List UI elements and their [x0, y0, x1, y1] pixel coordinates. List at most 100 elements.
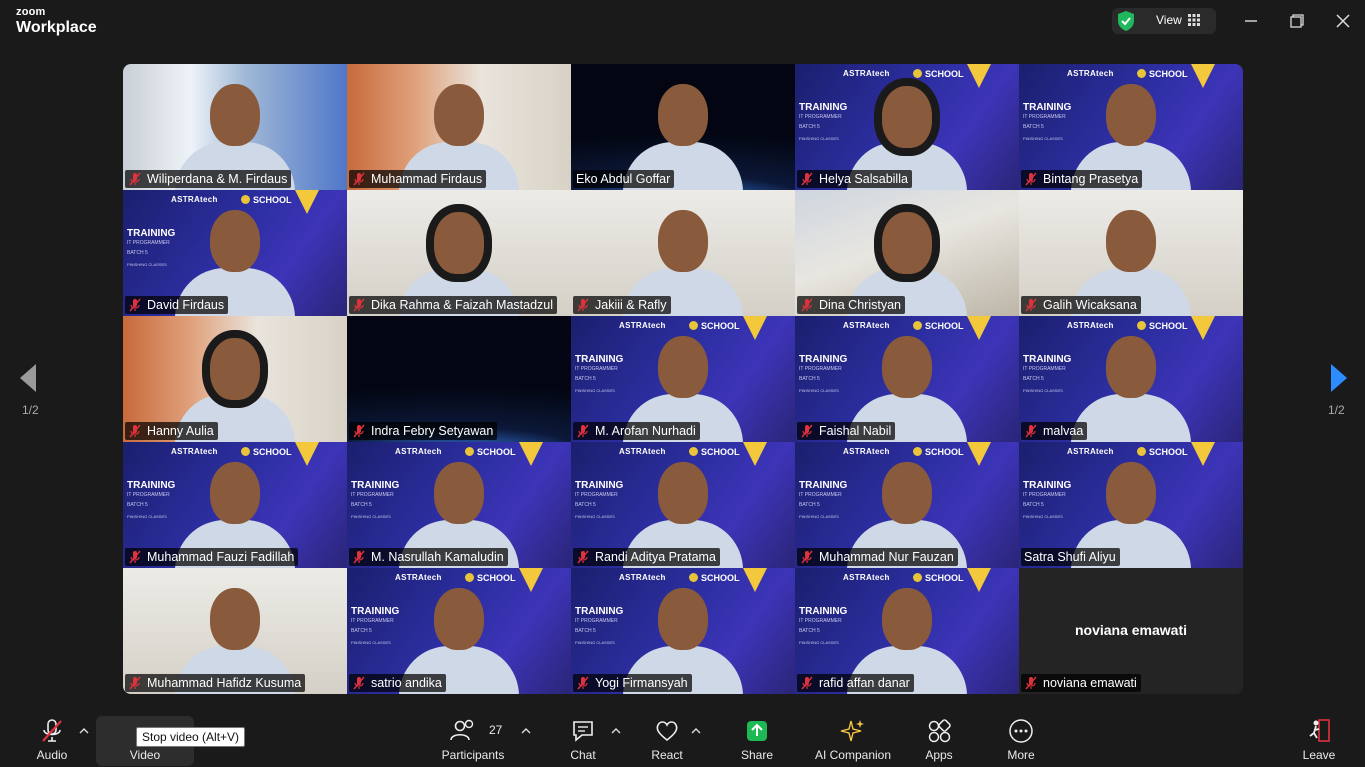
previous-page-arrow-icon[interactable]: [18, 362, 40, 394]
participant-tile[interactable]: Dika Rahma & Faizah Mastadzul: [347, 190, 571, 316]
participant-tile[interactable]: ASTRAtech SCHOOL TRAINING IT PROGRAMMER BATC…: [1019, 442, 1243, 568]
training-mode: FINISHING CLASSES: [127, 262, 167, 267]
participant-tile[interactable]: Wiliperdana & M. Firdaus: [123, 64, 347, 190]
mic-muted-icon: [801, 172, 813, 186]
participant-tile[interactable]: Muhammad Firdaus: [347, 64, 571, 190]
mic-muted-icon: [1025, 676, 1037, 690]
training-mode: FINISHING CLASSES: [575, 388, 615, 393]
participant-name: Eko Abdul Goffar: [576, 172, 671, 186]
training-batch: BATCH 5: [575, 502, 596, 508]
participant-name-label: Bintang Prasetya: [1021, 170, 1143, 188]
participant-tile[interactable]: noviana emawati noviana emawati: [1019, 568, 1243, 694]
person-body: [1071, 394, 1191, 442]
banner-corner-decoration: [1191, 316, 1215, 340]
banner-corner-decoration: [967, 568, 991, 592]
mic-muted-icon: [801, 550, 813, 564]
participant-name-label: Galih Wicaksana: [1021, 296, 1141, 314]
participant-tile[interactable]: Hanny Aulia: [123, 316, 347, 442]
participant-tile[interactable]: ASTRAtech SCHOOL TRAINING IT PROGRAMMER BATC…: [795, 568, 1019, 694]
participant-tile[interactable]: ASTRAtech SCHOOL TRAINING IT PROGRAMMER BATC…: [571, 568, 795, 694]
more-button[interactable]: More: [998, 712, 1044, 764]
training-batch: BATCH 5: [1023, 502, 1044, 508]
training-subtitle: IT PROGRAMMER: [575, 492, 618, 498]
participant-name: satrio andika: [371, 676, 442, 690]
ai-companion-button[interactable]: AI Companion: [810, 712, 896, 764]
zoom-logo: zoom Workplace: [16, 7, 97, 36]
participant-name: Muhammad Firdaus: [371, 172, 483, 186]
participant-name: noviana emawati: [1043, 676, 1137, 690]
mic-muted-icon: [1025, 298, 1037, 312]
participant-name-label: David Firdaus: [125, 296, 229, 314]
ai-companion-label: AI Companion: [814, 748, 892, 762]
participant-name: rafid affan danar: [819, 676, 910, 690]
astratech-logo: ASTRAtech: [619, 447, 666, 456]
participant-tile[interactable]: Eko Abdul Goffar: [571, 64, 795, 190]
restore-icon[interactable]: [1288, 12, 1306, 30]
mic-muted-icon: [129, 172, 141, 186]
training-title: TRAINING: [799, 354, 848, 365]
heart-icon: [656, 721, 678, 742]
participant-name: Muhammad Hafidz Kusuma: [147, 676, 302, 690]
participant-name: Dika Rahma & Faizah Mastadzul: [371, 298, 554, 312]
participant-tile[interactable]: ASTRAtech SCHOOL TRAINING IT PROGRAMMER BATC…: [123, 442, 347, 568]
share-button[interactable]: Share: [734, 712, 780, 764]
person-head: [658, 84, 708, 146]
training-batch: BATCH 5: [351, 502, 372, 508]
training-subtitle: IT PROGRAMMER: [799, 618, 842, 624]
minimize-icon[interactable]: [1242, 12, 1260, 30]
training-mode: FINISHING CLASSES: [1023, 514, 1063, 519]
leave-button[interactable]: Leave: [1296, 712, 1342, 764]
banner-corner-decoration: [519, 568, 543, 592]
participant-tile[interactable]: Dina Christyan: [795, 190, 1019, 316]
leave-label: Leave: [1302, 748, 1336, 762]
participant-tile[interactable]: ASTRAtech SCHOOL TRAINING IT PROGRAMMER BATC…: [795, 64, 1019, 190]
participant-tile[interactable]: ASTRAtech SCHOOL TRAINING IT PROGRAMMER BATC…: [795, 316, 1019, 442]
banner-corner-decoration: [967, 442, 991, 466]
participant-tile[interactable]: ASTRAtech SCHOOL TRAINING IT PROGRAMMER BATC…: [347, 568, 571, 694]
page-indicator-left: 1/2: [22, 403, 39, 417]
participant-tile[interactable]: ASTRAtech SCHOOL TRAINING IT PROGRAMMER BATC…: [1019, 64, 1243, 190]
astratech-logo: ASTRAtech: [619, 321, 666, 330]
participants-options-chevron-icon[interactable]: [521, 726, 531, 736]
participant-name: Randi Aditya Pratama: [595, 550, 716, 564]
close-icon[interactable]: [1334, 12, 1352, 30]
participant-name: Jakiii & Rafly: [595, 298, 667, 312]
participant-name: Muhammad Nur Fauzan: [819, 550, 954, 564]
participant-tile[interactable]: Indra Febry Setyawan: [347, 316, 571, 442]
audio-options-chevron-icon[interactable]: [79, 726, 89, 736]
chat-options-chevron-icon[interactable]: [611, 726, 621, 736]
participant-name: Satra Shufi Aliyu: [1024, 550, 1116, 564]
audio-button[interactable]: Audio: [28, 712, 76, 764]
participant-tile[interactable]: ASTRAtech SCHOOL TRAINING IT PROGRAMMER BATC…: [1019, 316, 1243, 442]
chat-button[interactable]: Chat: [560, 712, 606, 764]
participant-tile[interactable]: Galih Wicaksana: [1019, 190, 1243, 316]
logo-big: Workplace: [16, 19, 97, 36]
school-logo: SCHOOL: [465, 447, 516, 457]
participant-name-label: Jakiii & Rafly: [573, 296, 671, 314]
training-batch: BATCH 5: [575, 376, 596, 382]
participant-video-person: [1071, 336, 1191, 442]
participant-tile[interactable]: ASTRAtech SCHOOL TRAINING IT PROGRAMMER BATC…: [347, 442, 571, 568]
participant-count: 27: [489, 723, 503, 737]
apps-button[interactable]: Apps: [916, 712, 962, 764]
training-mode: FINISHING CLASSES: [799, 388, 839, 393]
security-shield-icon[interactable]: [1116, 10, 1136, 32]
react-options-chevron-icon[interactable]: [691, 726, 701, 736]
participant-tile[interactable]: ASTRAtech SCHOOL TRAINING IT PROGRAMMER BATC…: [123, 190, 347, 316]
participant-tile[interactable]: ASTRAtech SCHOOL TRAINING IT PROGRAMMER BATC…: [571, 316, 795, 442]
participants-button[interactable]: Participants: [437, 712, 509, 764]
banner-corner-decoration: [743, 568, 767, 592]
react-button[interactable]: React: [644, 712, 690, 764]
banner-corner-decoration: [743, 316, 767, 340]
participant-name-label: rafid affan danar: [797, 674, 914, 692]
participant-tile[interactable]: Jakiii & Rafly: [571, 190, 795, 316]
training-subtitle: IT PROGRAMMER: [351, 492, 394, 498]
training-title: TRAINING: [575, 354, 624, 365]
participant-tile[interactable]: Muhammad Hafidz Kusuma: [123, 568, 347, 694]
participant-tile[interactable]: ASTRAtech SCHOOL TRAINING IT PROGRAMMER BATC…: [571, 442, 795, 568]
person-head: [1106, 462, 1156, 524]
training-mode: FINISHING CLASSES: [575, 514, 615, 519]
participant-tile[interactable]: ASTRAtech SCHOOL TRAINING IT PROGRAMMER BATC…: [795, 442, 1019, 568]
next-page-arrow-icon[interactable]: [1327, 362, 1349, 394]
mic-muted-icon: [1025, 172, 1037, 186]
